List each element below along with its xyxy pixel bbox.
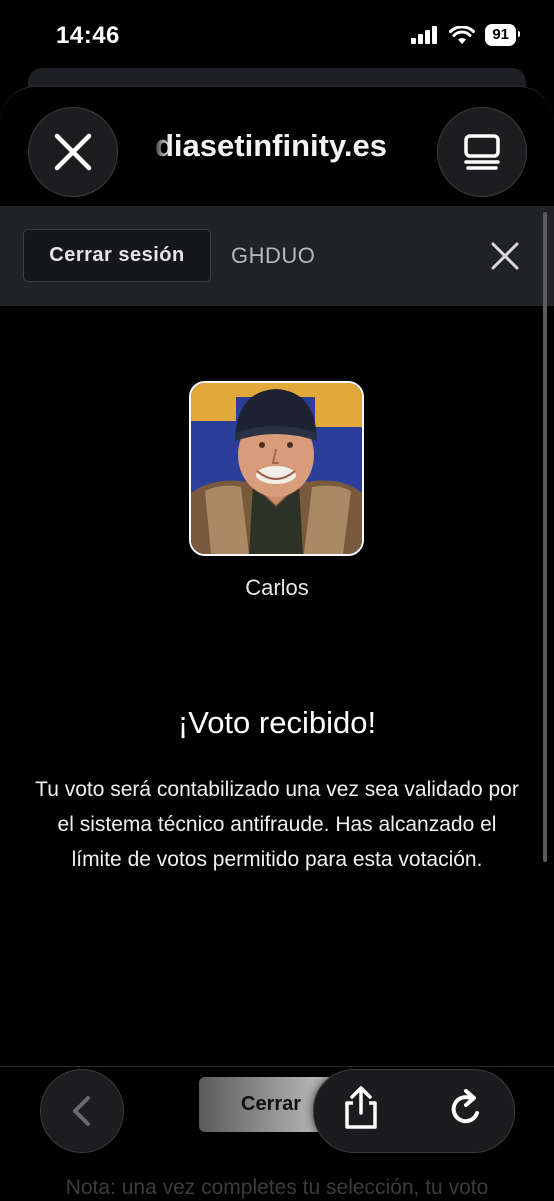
status-icons: 91 <box>411 24 520 46</box>
vote-received-message: Tu voto será contabilizado una vez sea v… <box>35 778 519 871</box>
battery-indicator: 91 <box>485 24 520 46</box>
vote-received-title: ¡Voto recibido! <box>177 705 377 740</box>
candidate-portrait <box>191 383 362 554</box>
header-close-button[interactable] <box>490 241 520 276</box>
tabs-icon <box>464 134 500 170</box>
close-browser-button[interactable] <box>28 107 118 197</box>
cellular-signal-icon <box>411 26 438 44</box>
user-code: GHDUO <box>231 243 316 268</box>
tabs-button[interactable] <box>437 107 527 197</box>
back-button[interactable] <box>40 1069 124 1153</box>
share-button[interactable] <box>339 1085 383 1136</box>
candidate-name: Carlos <box>245 575 309 600</box>
wifi-icon <box>449 25 476 44</box>
scrollbar[interactable] <box>543 212 547 862</box>
close-icon <box>54 133 92 171</box>
footer-note: Nota: una vez completes tu selección, tu… <box>65 1176 489 1199</box>
candidate-photo <box>189 381 364 556</box>
url-fade <box>150 125 170 167</box>
close-icon <box>491 242 519 270</box>
chevron-left-icon <box>73 1096 90 1126</box>
status-time: 14:46 <box>56 22 120 49</box>
reload-button[interactable] <box>444 1087 488 1136</box>
reload-icon <box>451 1089 479 1124</box>
url-label[interactable]: diasetinfinity.es <box>155 128 425 164</box>
logout-button[interactable]: Cerrar sesión <box>23 229 211 282</box>
share-icon <box>345 1086 377 1129</box>
bottom-divider <box>0 1066 554 1067</box>
